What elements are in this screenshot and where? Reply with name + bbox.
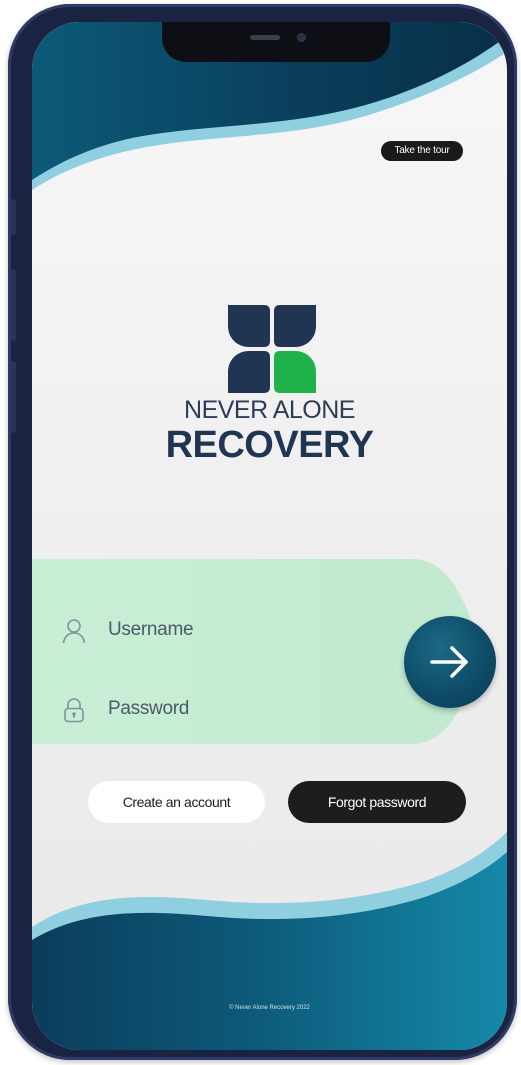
brand-name-bottom: RECOVERY xyxy=(165,424,374,466)
app-screen: Take the tour NEVER ALONE RECOVERY Usern… xyxy=(32,22,507,1050)
create-account-button[interactable]: Create an account xyxy=(88,781,265,823)
forgot-password-button[interactable]: Forgot password xyxy=(288,781,466,823)
login-submit-button[interactable] xyxy=(404,616,496,708)
password-row xyxy=(32,684,392,734)
user-icon xyxy=(62,618,86,644)
side-button-volume-up xyxy=(10,269,16,341)
copyright-text: © Never Alone Recovery 2022 xyxy=(229,1005,310,1011)
notch xyxy=(162,22,390,62)
phone-frame: Take the tour NEVER ALONE RECOVERY Usern… xyxy=(8,4,517,1060)
password-input[interactable] xyxy=(102,692,374,726)
side-button-silent xyxy=(10,199,16,235)
username-row xyxy=(32,605,392,655)
front-camera-icon xyxy=(297,33,306,42)
clover-logo-icon xyxy=(224,301,320,397)
take-tour-button[interactable]: Take the tour xyxy=(381,141,463,161)
background-waves xyxy=(32,22,507,1050)
side-button-volume-down xyxy=(10,361,16,433)
speaker-grille xyxy=(250,35,280,40)
arrow-right-icon xyxy=(430,646,468,678)
brand-name-top: NEVER ALONE xyxy=(184,396,355,424)
lock-icon xyxy=(62,697,86,723)
username-input[interactable] xyxy=(102,613,374,647)
